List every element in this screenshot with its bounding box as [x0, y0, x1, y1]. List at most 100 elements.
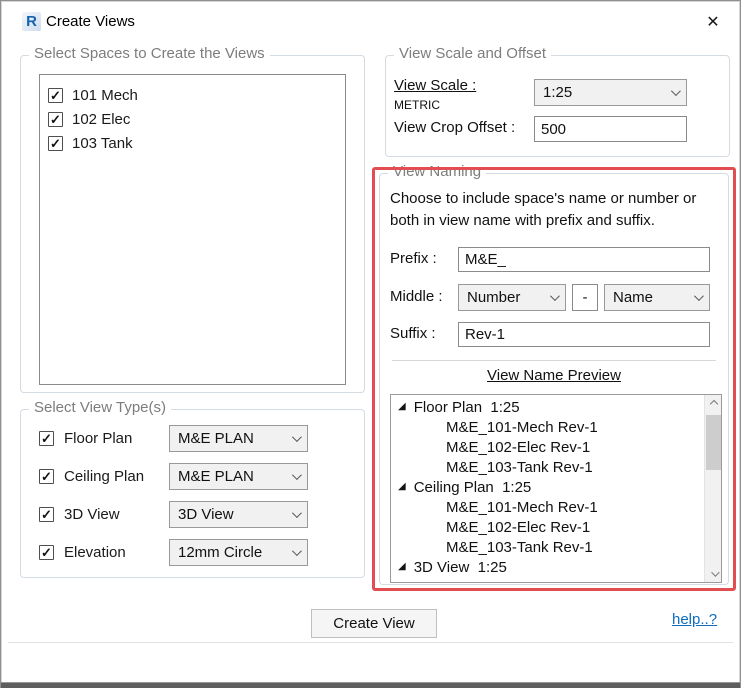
floor-plan-checkbox[interactable]: ✓: [39, 431, 54, 446]
naming-description-line2: both in view name with prefix and suffix…: [390, 212, 655, 229]
space-list-item[interactable]: ✓ 102 Elec: [40, 107, 345, 131]
preview-tree-rows: ◢ Floor Plan 1:25 M&E_101-Mech Rev-1 M&E…: [391, 397, 704, 577]
check-icon: ✓: [41, 508, 52, 521]
space-checkbox[interactable]: ✓: [48, 136, 63, 151]
footer-separator: [8, 642, 733, 643]
create-views-dialog: R Create Views ✕ Select Spaces to Create…: [0, 0, 741, 688]
chevron-down-icon: [292, 432, 302, 442]
check-icon: ✓: [41, 546, 52, 559]
ceiling-plan-label: Ceiling Plan: [64, 468, 144, 485]
tree-group-row[interactable]: ◢ 3D View 1:25: [391, 557, 704, 577]
tree-expander-icon[interactable]: ◢: [398, 482, 406, 492]
prefix-label: Prefix :: [390, 250, 437, 267]
view-type-row: ✓ Ceiling Plan: [39, 463, 144, 490]
scrollbar-up-icon[interactable]: [705, 395, 722, 412]
view-naming-group-label: View Naming: [388, 163, 486, 180]
floor-plan-type-value: M&E PLAN: [178, 430, 292, 447]
scrollbar-thumb[interactable]: [706, 415, 721, 470]
middle-separator-input[interactable]: [572, 284, 598, 311]
ceiling-plan-checkbox[interactable]: ✓: [39, 469, 54, 484]
tree-item-row[interactable]: M&E_102-Elec Rev-1: [391, 517, 704, 537]
view-crop-offset-input[interactable]: [534, 116, 687, 142]
middle-second-dropdown[interactable]: Name: [604, 284, 710, 311]
tree-item-label: M&E_101-Mech Rev-1: [446, 499, 598, 516]
check-icon: ✓: [50, 137, 61, 150]
view-scale-group: View Scale and Offset View Scale : METRI…: [385, 55, 730, 157]
create-view-button[interactable]: Create View: [311, 609, 437, 638]
tree-item-label: M&E_103-Tank Rev-1: [446, 459, 593, 476]
metric-unit-label: METRIC: [394, 98, 440, 112]
elevation-type-dropdown[interactable]: 12mm Circle: [169, 539, 308, 566]
view-type-row: ✓ Floor Plan: [39, 425, 132, 452]
space-label: 101 Mech: [72, 87, 138, 104]
preview-scrollbar[interactable]: [704, 395, 721, 582]
view-type-row: ✓ Elevation: [39, 539, 126, 566]
select-spaces-group: Select Spaces to Create the Views ✓ 101 …: [20, 55, 365, 393]
revit-app-icon: R: [22, 12, 41, 31]
tree-item-row[interactable]: M&E_102-Elec Rev-1: [391, 437, 704, 457]
chevron-down-icon: [550, 291, 560, 301]
elevation-label: Elevation: [64, 544, 126, 561]
tree-expander-icon[interactable]: ◢: [398, 402, 406, 412]
check-icon: ✓: [41, 432, 52, 445]
3d-view-checkbox[interactable]: ✓: [39, 507, 54, 522]
tree-expander-icon[interactable]: ◢: [398, 562, 406, 572]
3d-view-type-dropdown[interactable]: 3D View: [169, 501, 308, 528]
spaces-listbox[interactable]: ✓ 101 Mech ✓ 102 Elec ✓ 103 Tank: [39, 74, 346, 385]
chevron-down-icon: [292, 470, 302, 480]
tree-item-row[interactable]: M&E_101-Mech Rev-1: [391, 417, 704, 437]
close-icon[interactable]: ✕: [698, 9, 728, 35]
middle-second-value: Name: [613, 289, 694, 306]
space-label: 102 Elec: [72, 111, 130, 128]
middle-label: Middle :: [390, 288, 443, 305]
tree-group-row[interactable]: ◢ Floor Plan 1:25: [391, 397, 704, 417]
view-scale-label: View Scale :: [394, 77, 476, 94]
space-checkbox[interactable]: ✓: [48, 112, 63, 127]
suffix-input[interactable]: [458, 322, 710, 347]
check-icon: ✓: [41, 470, 52, 483]
naming-description-line1: Choose to include space's name or number…: [390, 190, 696, 207]
floor-plan-type-dropdown[interactable]: M&E PLAN: [169, 425, 308, 452]
tree-item-label: M&E_102-Elec Rev-1: [446, 519, 590, 536]
3d-view-type-value: 3D View: [178, 506, 292, 523]
help-link[interactable]: help..?: [672, 611, 717, 628]
tree-item-row[interactable]: M&E_103-Tank Rev-1: [391, 537, 704, 557]
window-title: Create Views: [46, 13, 135, 30]
chevron-down-icon: [671, 86, 681, 96]
chevron-down-icon: [694, 291, 704, 301]
view-scale-dropdown[interactable]: 1:25: [534, 79, 687, 106]
tree-item-row[interactable]: M&E_101-Mech Rev-1: [391, 497, 704, 517]
select-view-types-group-label: Select View Type(s): [29, 399, 171, 416]
view-naming-group: View Naming Choose to include space's na…: [379, 173, 729, 585]
middle-first-value: Number: [467, 289, 550, 306]
floor-plan-label: Floor Plan: [64, 430, 132, 447]
view-name-preview-tree[interactable]: ◢ Floor Plan 1:25 M&E_101-Mech Rev-1 M&E…: [390, 394, 722, 583]
3d-view-label: 3D View: [64, 506, 120, 523]
chevron-down-icon: [292, 508, 302, 518]
space-list-item[interactable]: ✓ 103 Tank: [40, 131, 345, 155]
suffix-label: Suffix :: [390, 325, 436, 342]
tree-item-label: M&E_103-Tank Rev-1: [446, 539, 593, 556]
select-view-types-group: Select View Type(s) ✓ Floor Plan M&E PLA…: [20, 409, 365, 578]
check-icon: ✓: [50, 89, 61, 102]
chevron-down-icon: [292, 546, 302, 556]
tree-group-label: Ceiling Plan 1:25: [414, 479, 532, 496]
view-scale-group-label: View Scale and Offset: [394, 45, 551, 62]
select-spaces-group-label: Select Spaces to Create the Views: [29, 45, 270, 62]
ceiling-plan-type-dropdown[interactable]: M&E PLAN: [169, 463, 308, 490]
window-bottom-edge: [1, 682, 740, 688]
tree-group-row[interactable]: ◢ Ceiling Plan 1:25: [391, 477, 704, 497]
view-crop-offset-label: View Crop Offset :: [394, 119, 515, 136]
tree-item-label: M&E_102-Elec Rev-1: [446, 439, 590, 456]
tree-item-row[interactable]: M&E_103-Tank Rev-1: [391, 457, 704, 477]
space-checkbox[interactable]: ✓: [48, 88, 63, 103]
tree-group-label: 3D View 1:25: [414, 559, 507, 576]
scrollbar-down-icon[interactable]: [705, 565, 722, 582]
view-type-row: ✓ 3D View: [39, 501, 120, 528]
elevation-checkbox[interactable]: ✓: [39, 545, 54, 560]
space-label: 103 Tank: [72, 135, 133, 152]
view-scale-value: 1:25: [543, 84, 671, 101]
space-list-item[interactable]: ✓ 101 Mech: [40, 83, 345, 107]
prefix-input[interactable]: [458, 247, 710, 272]
middle-first-dropdown[interactable]: Number: [458, 284, 566, 311]
